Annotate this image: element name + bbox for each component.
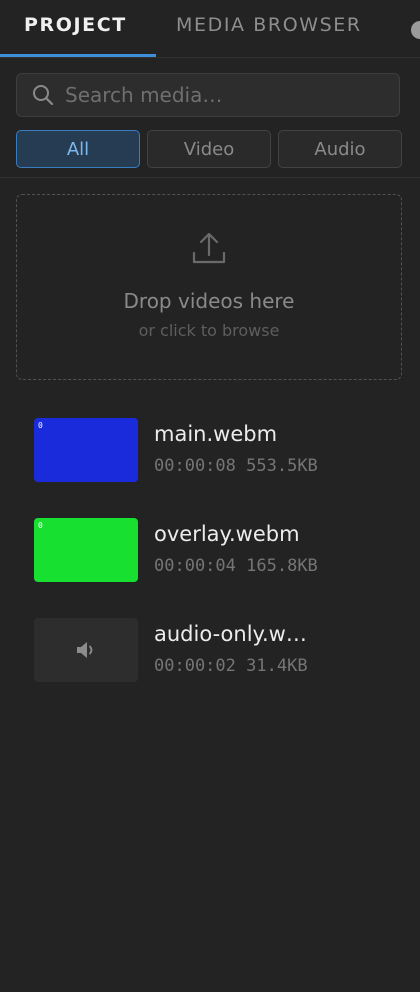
filter-all-button[interactable]: All [16, 130, 140, 168]
search-box [16, 73, 400, 117]
media-duration: 00:00:04 [154, 556, 236, 576]
dropzone-subtitle: or click to browse [138, 321, 280, 340]
filter-audio-button[interactable]: Audio [278, 130, 402, 168]
media-meta: 00:00:02 31.4KB [154, 656, 308, 676]
media-item-audio-only[interactable]: audio-only.w… 00:00:02 31.4KB [0, 604, 420, 704]
upload-dropzone[interactable]: Drop videos here or click to browse [16, 194, 402, 380]
tab-media-browser[interactable]: MEDIA BROWSER [156, 0, 386, 57]
panel-tabs: PROJECT MEDIA BROWSER [0, 0, 420, 57]
tab-project[interactable]: PROJECT [0, 0, 156, 57]
media-name: main.webm [154, 422, 278, 446]
media-duration: 00:00:02 [154, 656, 236, 676]
media-meta: 00:00:04 165.8KB [154, 556, 318, 576]
video-thumbnail: 0 [34, 518, 138, 582]
project-panel: PROJECT MEDIA BROWSER All Video Audio Dr… [0, 0, 420, 992]
media-item-overlay[interactable]: 0 overlay.webm 00:00:04 165.8KB [0, 504, 420, 604]
upload-icon [192, 232, 226, 264]
media-size: 165.8KB [246, 556, 318, 576]
filter-bar: All Video Audio [16, 130, 402, 168]
dropzone-title: Drop videos here [123, 289, 295, 313]
section-divider [0, 177, 420, 178]
audio-thumbnail [34, 618, 138, 682]
media-name: overlay.webm [154, 522, 300, 546]
media-size: 553.5KB [246, 456, 318, 476]
media-name: audio-only.w… [154, 622, 307, 646]
media-meta: 00:00:08 553.5KB [154, 456, 318, 476]
tab-overflow-icon[interactable] [408, 16, 420, 40]
media-item-main[interactable]: 0 main.webm 00:00:08 553.5KB [0, 404, 420, 504]
search-icon [33, 85, 54, 106]
media-list: 0 main.webm 00:00:08 553.5KB 0 overlay.w… [0, 404, 420, 704]
media-size: 31.4KB [246, 656, 308, 676]
media-duration: 00:00:08 [154, 456, 236, 476]
search-input[interactable] [55, 74, 399, 116]
thumbnail-frame-label: 0 [38, 421, 43, 430]
speaker-icon [77, 642, 93, 658]
video-thumbnail: 0 [34, 418, 138, 482]
filter-video-button[interactable]: Video [147, 130, 271, 168]
tab-divider [0, 57, 420, 58]
thumbnail-frame-label: 0 [38, 521, 43, 530]
